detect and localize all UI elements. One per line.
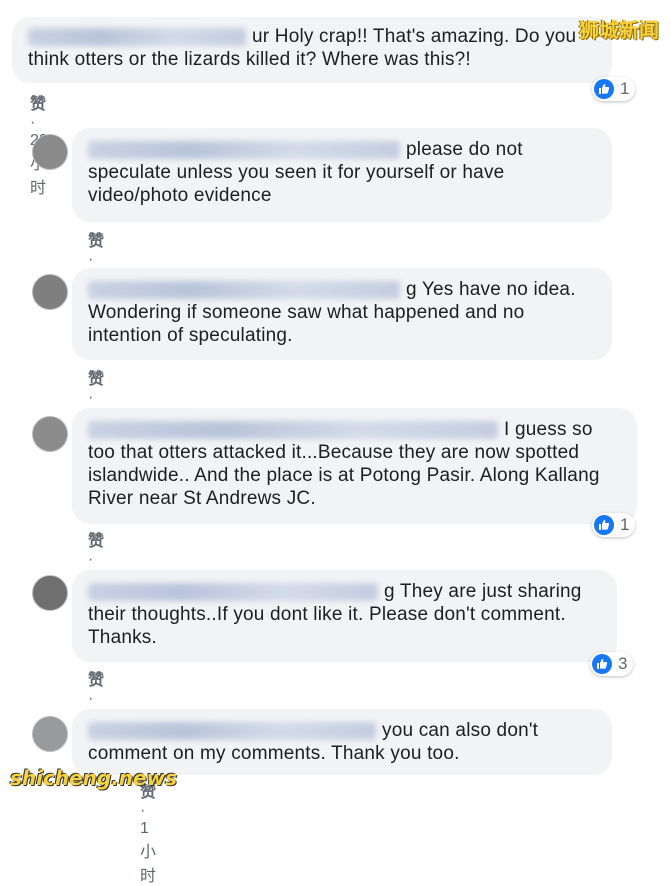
comment-meta: 赞 · 1小时	[140, 778, 156, 886]
watermark-logo-bottom: shicheng.news	[10, 766, 177, 790]
reaction-number: 1	[620, 79, 630, 98]
commenter-name-redacted[interactable]	[88, 582, 378, 601]
separator: ·	[140, 802, 146, 819]
comment-bubble: please do not speculate unless you seen …	[72, 128, 612, 222]
commenter-name-redacted[interactable]	[88, 280, 400, 299]
separator: ·	[88, 690, 94, 707]
reaction-number: 1	[620, 515, 630, 534]
avatar[interactable]	[32, 416, 68, 452]
reaction-count[interactable]: 1	[592, 513, 636, 537]
comment-bubble: ur Holy crap!! That's amazing. Do you th…	[12, 17, 612, 83]
like-thumb-icon	[592, 654, 612, 674]
like-thumb-icon	[594, 79, 614, 99]
commenter-name-redacted[interactable]	[88, 420, 498, 439]
like-link[interactable]: 赞	[88, 233, 104, 250]
watermark-logo-top: 狮城新闻	[579, 18, 659, 42]
commenter-name-redacted[interactable]	[88, 721, 376, 740]
avatar[interactable]	[32, 575, 68, 611]
like-thumb-icon	[594, 515, 614, 535]
separator: ·	[88, 551, 94, 568]
like-link[interactable]: 赞	[88, 672, 104, 689]
comment-bubble: g They are just sharing their thoughts..…	[72, 570, 617, 662]
comment-bubble: g Yes have no idea. Wondering if someone…	[72, 268, 612, 360]
like-link[interactable]: 赞	[88, 533, 104, 550]
avatar[interactable]	[32, 716, 68, 752]
separator: ·	[88, 389, 94, 406]
reaction-number: 3	[618, 654, 628, 673]
avatar[interactable]	[32, 274, 68, 310]
comment-bubble: I guess so too that otters attacked it..…	[72, 408, 637, 524]
timestamp[interactable]: 1小时	[140, 820, 156, 885]
separator: ·	[88, 251, 94, 268]
reaction-count[interactable]: 1	[592, 77, 636, 101]
reaction-count[interactable]: 3	[590, 652, 634, 676]
commenter-name-redacted[interactable]	[28, 27, 246, 46]
avatar[interactable]	[32, 134, 68, 170]
like-link[interactable]: 赞	[30, 96, 46, 113]
commenter-name-redacted[interactable]	[88, 140, 400, 159]
like-link[interactable]: 赞	[88, 371, 104, 388]
separator: ·	[30, 114, 36, 131]
